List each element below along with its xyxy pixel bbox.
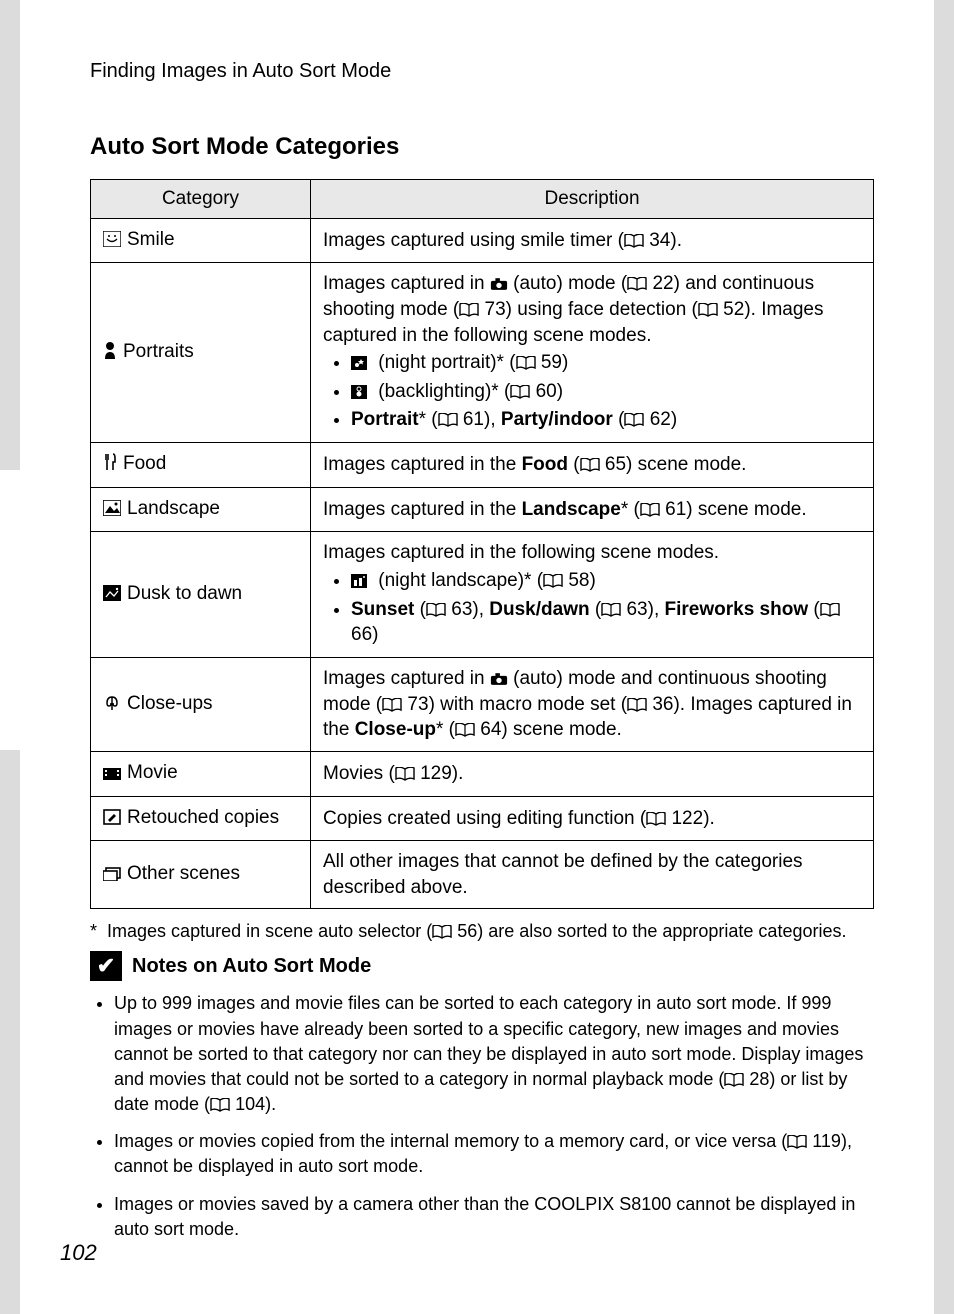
desc-movie: Movies ( 129).: [311, 751, 874, 796]
table-row: Dusk to dawn Images captured in the foll…: [91, 532, 874, 658]
dusk-icon: [103, 583, 121, 609]
book-icon: [438, 413, 458, 427]
list-item: (night portrait)* ( 59): [351, 350, 861, 378]
food-icon: [103, 453, 117, 479]
table-row: Smile Images captured using smile timer …: [91, 218, 874, 263]
landscape-icon: [103, 498, 121, 524]
notes-title: Notes on Auto Sort Mode: [132, 955, 371, 978]
cat-other: Other scenes: [91, 841, 311, 909]
cat-label: Smile: [127, 229, 175, 250]
running-head: Finding Images in Auto Sort Mode: [90, 60, 874, 83]
note-item: Images or movies copied from the interna…: [114, 1129, 874, 1179]
note-item: Images or movies saved by a camera other…: [114, 1192, 874, 1242]
cat-retouched: Retouched copies: [91, 796, 311, 841]
desc-closeups: Images captured in (auto) mode and conti…: [311, 657, 874, 751]
cat-label: Portraits: [123, 341, 194, 362]
book-icon: [210, 1098, 230, 1112]
book-icon: [787, 1135, 807, 1149]
book-icon: [432, 925, 452, 939]
desc-retouched: Copies created using editing function ( …: [311, 796, 874, 841]
table-row: Movie Movies ( 129).: [91, 751, 874, 796]
other-icon: [103, 863, 121, 889]
cat-label: Other scenes: [127, 863, 240, 884]
cat-label: Retouched copies: [127, 807, 279, 828]
footnote: * Images captured in scene auto selector…: [90, 919, 874, 943]
camera-icon: [490, 278, 508, 291]
cat-movie: Movie: [91, 751, 311, 796]
book-icon: [543, 574, 563, 588]
desc-food: Images captured in the Food ( 65) scene …: [311, 443, 874, 488]
book-icon: [580, 458, 600, 472]
notes-heading: ✔ Notes on Auto Sort Mode: [90, 951, 874, 981]
desc-dusk: Images captured in the following scene m…: [311, 532, 874, 658]
retouch-icon: [103, 807, 121, 833]
cat-label: Food: [123, 453, 166, 474]
page-number: 102: [60, 1240, 97, 1266]
book-icon: [395, 767, 415, 781]
camera-icon: [490, 673, 508, 686]
cat-dusk: Dusk to dawn: [91, 532, 311, 658]
book-icon: [426, 603, 446, 617]
desc-other: All other images that cannot be defined …: [311, 841, 874, 909]
note-item: Up to 999 images and movie files can be …: [114, 991, 874, 1117]
desc-portraits: Images captured in (auto) mode ( 22) and…: [311, 263, 874, 443]
list-item: (night landscape)* ( 58): [351, 568, 861, 596]
book-icon: [698, 303, 718, 317]
book-icon: [455, 723, 475, 737]
cat-portraits: Portraits: [91, 263, 311, 443]
cat-food: Food: [91, 443, 311, 488]
cat-closeups: Close-ups: [91, 657, 311, 751]
cat-label: Landscape: [127, 498, 220, 519]
table-row: Close-ups Images captured in (auto) mode…: [91, 657, 874, 751]
section-title: Auto Sort Mode Categories: [90, 133, 874, 161]
night-portrait-icon: [351, 352, 367, 378]
list-item: Portrait* ( 61), Party/indoor ( 62): [351, 407, 861, 433]
check-icon: ✔: [90, 951, 122, 981]
cat-smile: Smile: [91, 218, 311, 263]
closeup-icon: [103, 693, 121, 719]
cat-label: Close-ups: [127, 693, 213, 714]
book-icon: [382, 698, 402, 712]
book-icon: [459, 303, 479, 317]
portrait-icon: [103, 341, 117, 367]
table-row: Landscape Images captured in the Landsca…: [91, 487, 874, 532]
book-icon: [646, 812, 666, 826]
th-description: Description: [311, 180, 874, 219]
book-icon: [516, 356, 536, 370]
th-category: Category: [91, 180, 311, 219]
list-item: Sunset ( 63), Dusk/dawn ( 63), Fireworks…: [351, 597, 861, 648]
notes-block: ✔ Notes on Auto Sort Mode Up to 999 imag…: [90, 951, 874, 1254]
page-content: Finding Images in Auto Sort Mode Auto So…: [20, 0, 934, 1314]
book-icon: [601, 603, 621, 617]
book-icon: [820, 603, 840, 617]
book-icon: [640, 503, 660, 517]
night-landscape-icon: [351, 570, 367, 596]
book-icon: [510, 385, 530, 399]
table-row: Portraits Images captured in (auto) mode…: [91, 263, 874, 443]
desc-landscape: Images captured in the Landscape* ( 61) …: [311, 487, 874, 532]
categories-table: Category Description Smile Images captur…: [90, 179, 874, 909]
smile-icon: [103, 229, 121, 255]
book-icon: [624, 234, 644, 248]
table-row: Other scenes All other images that canno…: [91, 841, 874, 909]
book-icon: [724, 1073, 744, 1087]
desc-smile: Images captured using smile timer ( 34).: [311, 218, 874, 263]
cat-label: Movie: [127, 762, 178, 783]
backlighting-icon: [351, 381, 367, 407]
cat-landscape: Landscape: [91, 487, 311, 532]
table-row: Retouched copies Copies created using ed…: [91, 796, 874, 841]
movie-icon: [103, 762, 121, 788]
book-icon: [627, 277, 647, 291]
cat-label: Dusk to dawn: [127, 583, 242, 604]
book-icon: [627, 698, 647, 712]
book-icon: [624, 413, 644, 427]
side-tab: [0, 470, 20, 750]
list-item: (backlighting)* ( 60): [351, 379, 861, 407]
table-row: Food Images captured in the Food ( 65) s…: [91, 443, 874, 488]
